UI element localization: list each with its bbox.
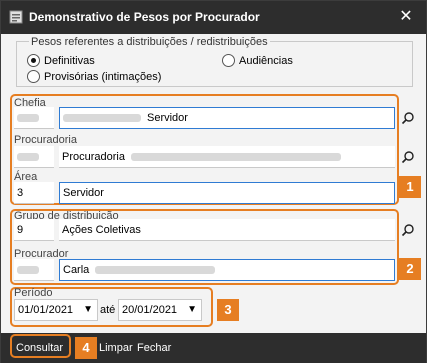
- procuradoria-search-icon[interactable]: [401, 150, 415, 164]
- procuradoria-label: Procuradoria: [14, 134, 77, 146]
- periodo-from-date[interactable]: 01/01/2021 ▼: [14, 299, 98, 321]
- procurador-field[interactable]: Carla: [59, 259, 395, 281]
- periodo-from-value: 01/01/2021: [18, 304, 74, 316]
- chefia-value: Servidor: [147, 112, 188, 124]
- radio-audiencias[interactable]: Audiências: [222, 54, 293, 67]
- periodo-separator: até: [100, 304, 116, 316]
- radio-definitivas-label: Definitivas: [44, 54, 95, 67]
- radio-unselected-icon: [27, 70, 40, 83]
- grupo-code-field[interactable]: 9: [14, 219, 54, 241]
- grupo-code-value: 9: [17, 223, 24, 236]
- procurador-value: Carla: [63, 264, 90, 276]
- radio-provisorias-label: Provisórias (intimações): [44, 70, 162, 83]
- radio-unselected-icon: [222, 54, 235, 67]
- grupo-search-icon[interactable]: [401, 223, 415, 237]
- area-code-value: 3: [17, 186, 24, 199]
- procurador-code-field[interactable]: [14, 259, 54, 281]
- consultar-button[interactable]: Consultar: [16, 339, 63, 357]
- chevron-down-icon[interactable]: ▼: [83, 304, 93, 315]
- chefia-search-icon[interactable]: [401, 111, 415, 125]
- chefia-code-field[interactable]: [14, 107, 54, 129]
- dialog-window: Demonstrativo de Pesos por Procurador ✕ …: [0, 0, 427, 363]
- periodo-to-value: 20/01/2021: [122, 304, 178, 316]
- redacted-mark: [17, 113, 39, 122]
- step-badge-3: 3: [217, 299, 239, 321]
- grupo-field[interactable]: Ações Coletivas: [59, 219, 395, 241]
- pesos-legend: Pesos referentes a distribuições / redis…: [29, 36, 270, 48]
- procuradoria-code-field[interactable]: [14, 146, 54, 168]
- procuradoria-value: Procuradoria: [62, 150, 125, 163]
- redacted-mark: [95, 266, 216, 274]
- chefia-field[interactable]: Servidor: [59, 107, 395, 129]
- redacted-mark: [63, 114, 141, 122]
- radio-audiencias-label: Audiências: [239, 54, 293, 67]
- radio-definitivas[interactable]: Definitivas: [27, 54, 95, 67]
- redacted-mark: [17, 152, 39, 161]
- area-field[interactable]: Servidor: [59, 182, 395, 204]
- step-badge-1: 1: [399, 176, 421, 198]
- app-icon: [9, 10, 23, 24]
- grupo-value: Ações Coletivas: [62, 223, 141, 236]
- window-title: Demonstrativo de Pesos por Procurador: [29, 10, 260, 24]
- area-code-field[interactable]: 3: [14, 182, 54, 204]
- periodo-label: Período: [14, 287, 53, 299]
- step-badge-2: 2: [399, 258, 421, 280]
- redacted-mark: [130, 152, 341, 161]
- fechar-button[interactable]: Fechar: [137, 339, 171, 357]
- area-value: Servidor: [63, 187, 104, 199]
- chevron-down-icon[interactable]: ▼: [187, 304, 197, 315]
- procuradoria-field[interactable]: Procuradoria: [59, 146, 395, 168]
- title-bar: Demonstrativo de Pesos por Procurador ✕: [1, 1, 426, 34]
- limpar-button[interactable]: Limpar: [99, 339, 133, 357]
- close-icon[interactable]: ✕: [396, 7, 416, 27]
- periodo-to-date[interactable]: 20/01/2021 ▼: [118, 299, 202, 321]
- radio-selected-icon: [27, 54, 40, 67]
- step-badge-4: 4: [75, 337, 97, 359]
- redacted-mark: [17, 265, 39, 274]
- radio-provisorias[interactable]: Provisórias (intimações): [27, 70, 161, 83]
